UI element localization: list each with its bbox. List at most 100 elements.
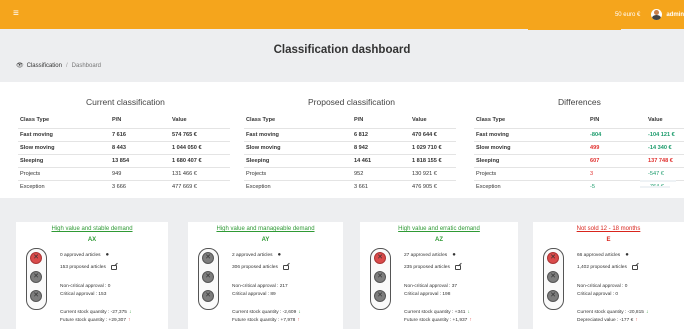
class-type-cell: Sleeping — [476, 158, 500, 164]
arrow-down-icon: ↓ — [128, 309, 132, 315]
arrow-up-icon: ↑ — [635, 317, 638, 323]
hamburger-menu-icon[interactable]: ≡ — [13, 9, 22, 19]
view-icon[interactable]: ● — [106, 252, 110, 258]
proposed-articles: 235 proposed articles — [404, 265, 461, 270]
differences-title: Differences — [558, 97, 601, 107]
table-row: Projects 3 -547 € — [474, 167, 684, 180]
table-row: Slow moving 8 942 1 029 710 € — [244, 141, 456, 154]
table-row: Projects 952 130 921 € — [244, 167, 456, 180]
value-cell: 477 669 € — [172, 184, 197, 190]
current-stock-text: Current stock quantity : +341 — [404, 309, 466, 315]
column-header[interactable]: Value — [412, 117, 427, 123]
current-stock-text: Current stock quantity : -27,375 — [60, 309, 127, 315]
approved-articles-text: 2 approved articles — [232, 252, 273, 258]
view-icon[interactable]: ● — [452, 252, 456, 258]
class-type-cell: Slow moving — [476, 145, 511, 151]
noncritical-approval: Non-critical approval : 37 — [404, 284, 458, 289]
column-header[interactable]: Class Type — [20, 117, 49, 123]
future-stock: Future stock quantity : +29,307 ↑ — [60, 317, 131, 323]
current-stock: Current stock quantity : +341 ↓ — [404, 309, 470, 315]
class-type-cell: Exception — [246, 184, 271, 190]
proposed-articles-text: 306 proposed articles — [232, 265, 278, 270]
class-type-cell: Fast moving — [476, 132, 509, 138]
class-type-cell: Fast moving — [246, 132, 279, 138]
current-stock-text: Current stock quantity : -20,815 — [577, 309, 644, 315]
approved-articles: 66 approved articles ● — [577, 252, 629, 258]
column-header[interactable]: Class Type — [476, 117, 505, 123]
arrow-up-icon: ↑ — [128, 317, 131, 323]
class-type-cell: Sleeping — [20, 158, 44, 164]
edit-icon[interactable] — [631, 265, 638, 270]
lamp-x-icon: ✕ — [547, 252, 559, 264]
current-stock: Current stock quantity : -20,815 ↓ — [577, 309, 648, 315]
value-cell: 137 748 € — [648, 158, 673, 164]
view-icon[interactable]: ● — [625, 252, 629, 258]
approved-articles: 27 approved articles ● — [404, 252, 456, 258]
edit-icon[interactable] — [110, 265, 117, 270]
value-cell: 1 680 407 € — [172, 158, 202, 164]
class-type-cell: Fast moving — [20, 132, 53, 138]
class-type-cell: Projects — [476, 171, 497, 177]
proposed-articles: 1,402 proposed articles — [577, 265, 638, 270]
approved-articles-text: 66 approved articles — [577, 252, 621, 258]
column-header[interactable]: P/N — [354, 117, 363, 123]
pn-cell: 13 854 — [112, 158, 130, 164]
table-row: Sleeping 14 461 1 818 155 € — [244, 154, 456, 167]
approved-articles-text: 0 approved articles — [60, 252, 101, 258]
classification-card[interactable]: High value and manageable demand AY ✕ ✕ ✕ 2 a… — [188, 222, 343, 329]
column-header[interactable]: P/N — [590, 117, 599, 123]
class-type-cell: Sleeping — [246, 158, 270, 164]
table-row: Slow moving 499 -14 340 € — [474, 141, 684, 154]
card-title[interactable]: High value and manageable demand — [188, 226, 343, 232]
noncritical-approval: Non-critical approval : 0 — [577, 284, 628, 289]
traffic-light-icon: ✕ ✕ ✕ — [26, 248, 47, 310]
table-row: Fast moving 7 616 574 765 € — [18, 128, 230, 141]
card-title[interactable]: Not sold 12 - 18 months — [533, 226, 684, 232]
lamp-x-icon: ✕ — [547, 290, 559, 302]
value-cell: 131 466 € — [172, 171, 197, 177]
classification-card[interactable]: Not sold 12 - 18 months E ✕ ✕ ✕ 66 approved a… — [533, 222, 684, 329]
table-header-row: Class Type P/N Value — [474, 114, 684, 127]
table-header-row: Class Type P/N Value — [18, 114, 230, 127]
class-type-cell: Projects — [20, 171, 41, 177]
view-icon[interactable]: ● — [278, 252, 282, 258]
current-classification-title: Current classification — [86, 97, 165, 107]
classification-card[interactable]: High value and stable demand AX ✕ ✕ ✕ 0 appro… — [16, 222, 168, 329]
user-avatar[interactable] — [651, 9, 663, 20]
value-cell: 476 905 € — [412, 184, 437, 190]
edit-icon[interactable] — [454, 265, 461, 270]
table-row: Exception 3 666 477 669 € — [18, 180, 230, 193]
arrow-down-icon: ↓ — [467, 309, 470, 315]
card-title[interactable]: High value and stable demand — [16, 226, 168, 232]
value-cell: 130 921 € — [412, 171, 437, 177]
lamp-x-icon: ✕ — [202, 271, 214, 283]
pn-cell: 607 — [590, 158, 600, 164]
future-stock-text: Future stock quantity : +1,937 — [404, 317, 468, 323]
noncritical-approval: Non-critical approval : 217 — [232, 284, 288, 289]
lamp-x-icon: ✕ — [202, 290, 214, 302]
breadcrumb-root[interactable]: Classification — [27, 63, 62, 69]
column-header[interactable]: Value — [172, 117, 187, 123]
column-header[interactable]: Class Type — [246, 117, 275, 123]
arrow-down-icon: ↓ — [645, 309, 649, 315]
future-stock: Depreciated value : -177 € ↑ — [577, 317, 638, 323]
column-header[interactable]: P/N — [112, 117, 121, 123]
lamp-x-icon: ✕ — [374, 271, 386, 283]
pn-cell: 8 942 — [354, 145, 368, 151]
column-header[interactable]: Value — [648, 117, 663, 123]
username[interactable]: admin — [666, 12, 684, 18]
future-stock: Future stock quantity : +7,978 ↑ — [232, 317, 300, 323]
classification-card[interactable]: High value and erratic demand AZ ✕ ✕ ✕ 27 app… — [360, 222, 518, 329]
proposed-articles-text: 153 proposed articles — [60, 265, 106, 270]
proposed-articles-text: 1,402 proposed articles — [577, 265, 627, 270]
page-title: Classification dashboard — [273, 44, 411, 56]
edit-icon[interactable] — [282, 265, 289, 270]
noncritical-approval: Non-critical approval : 0 — [60, 284, 111, 289]
table-row: Sleeping 607 137 748 € — [474, 154, 684, 167]
card-title[interactable]: High value and erratic demand — [360, 226, 518, 232]
proposed-classification-title: Proposed classification — [308, 97, 395, 107]
pn-cell: 499 — [590, 145, 600, 151]
class-type-cell: Slow moving — [20, 145, 55, 151]
table-header-row: Class Type P/N Value — [244, 114, 456, 127]
proposed-articles-text: 235 proposed articles — [404, 265, 450, 270]
